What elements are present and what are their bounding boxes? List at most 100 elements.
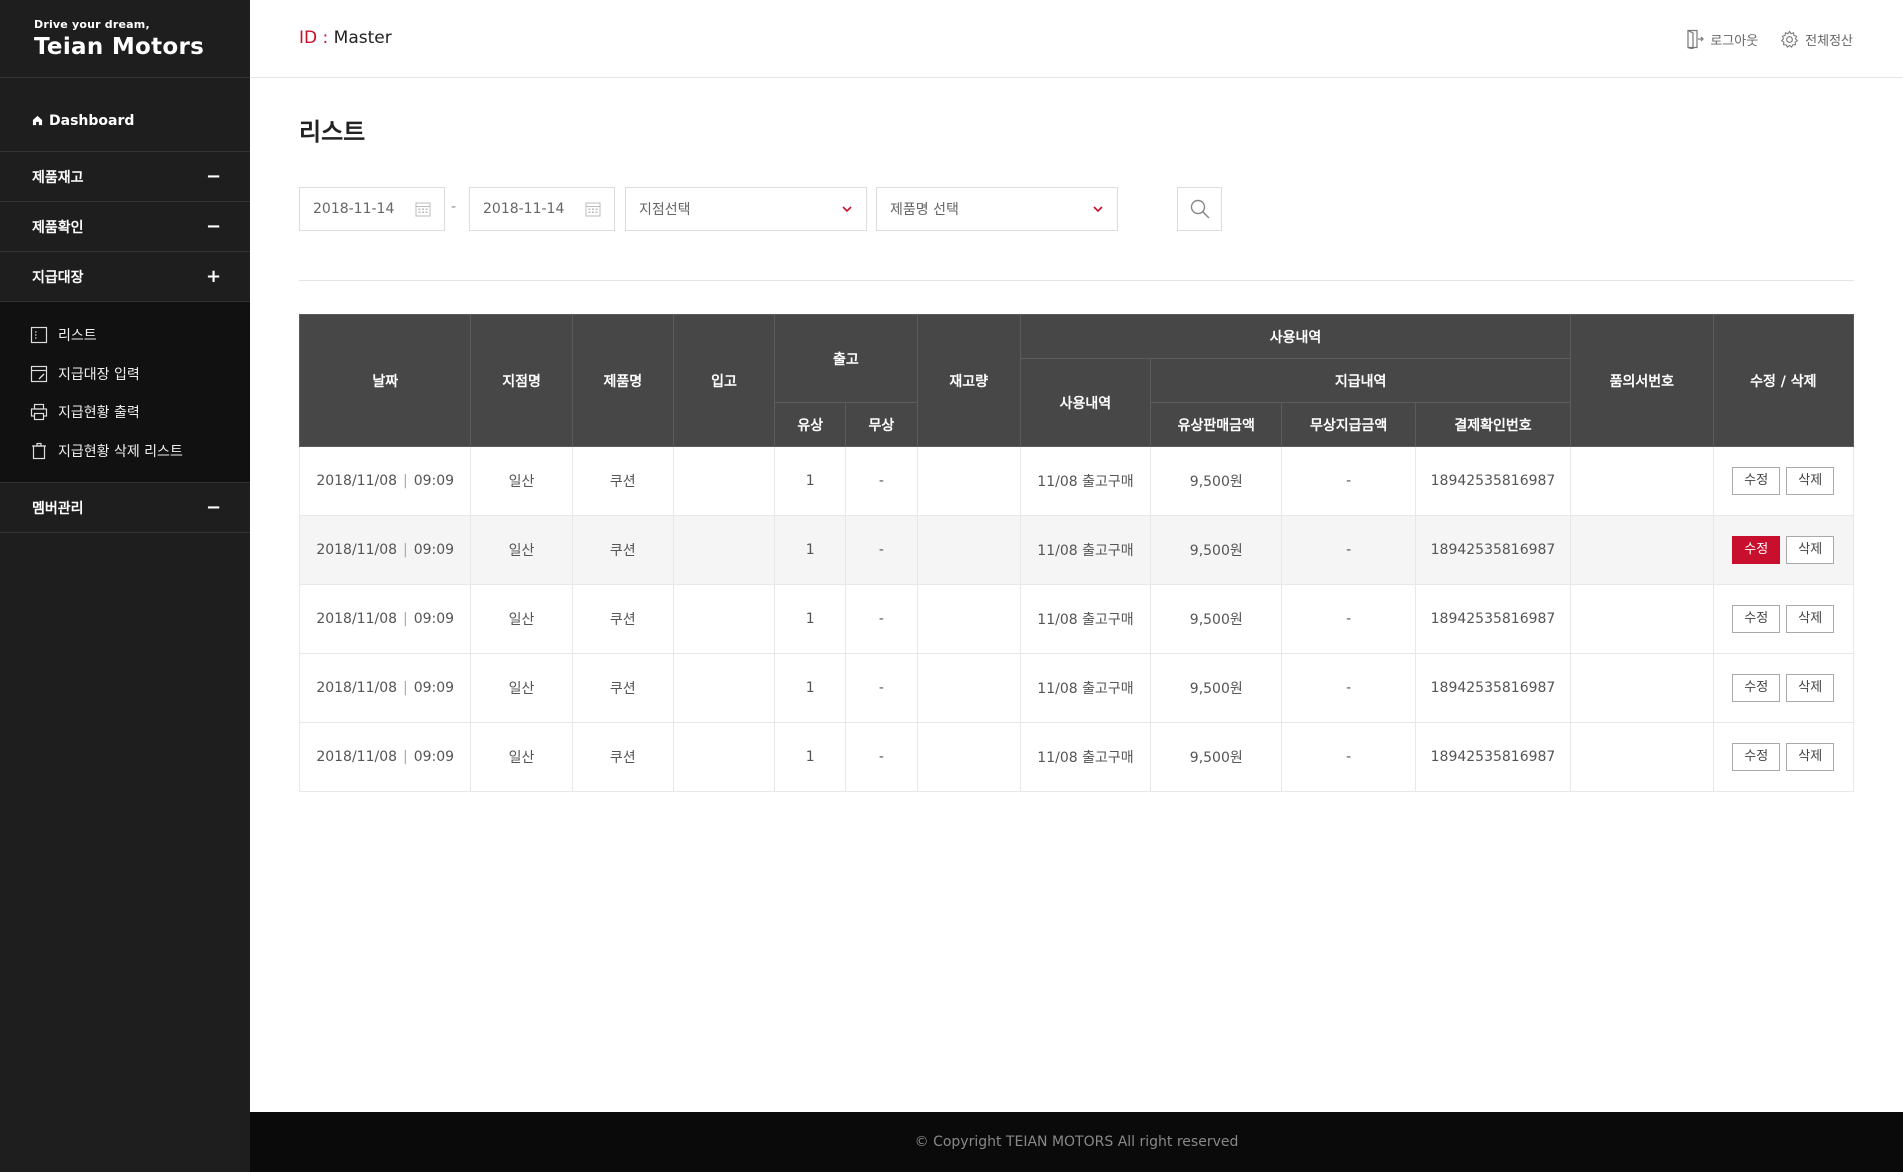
collapse-icon[interactable]: − (206, 166, 221, 187)
search-icon (1190, 199, 1210, 219)
delete-button[interactable]: 삭제 (1786, 467, 1835, 495)
settle-all-button[interactable]: 전체정산 (1780, 30, 1853, 49)
cell-actions: 수정 삭제 (1712, 446, 1855, 516)
submenu-item-label: 지급현황 삭제 리스트 (58, 443, 183, 460)
settle-all-label: 전체정산 (1805, 33, 1853, 49)
col-header-approval-no[interactable]: 품의서번호 (1570, 314, 1714, 447)
cell-paid: 1 (774, 446, 846, 516)
product-select[interactable]: 제품명 선택 (876, 187, 1118, 231)
sidebar-item-payment-ledger[interactable]: 지급대장 + (0, 252, 250, 302)
table-row: 2018/11/08 | 09:09 일산 쿠션 1 - 11/08 출고구매 9,… (298, 515, 1855, 585)
cell-stock (916, 446, 1021, 516)
collapse-icon[interactable]: − (206, 216, 221, 237)
main-content: 리스트 2018-11-14 - 2018-11-14 지점선택 제품명 선택 (250, 78, 1903, 1112)
cell-actions: 수정 삭제 (1712, 722, 1855, 792)
cell-usage: 11/08 출고구매 (1019, 584, 1151, 654)
user-id-value: Master (333, 28, 392, 48)
submenu-item-ledger-input[interactable]: 지급대장 입력 (0, 355, 250, 394)
cell-stock (916, 653, 1021, 723)
sidebar-item-product-check[interactable]: 제품확인 − (0, 202, 250, 252)
edit-button[interactable]: 수정 (1732, 467, 1781, 495)
col-header-date[interactable]: 날짜 (298, 314, 472, 447)
collapse-icon[interactable]: − (206, 497, 221, 518)
sidebar-item-member-management[interactable]: 멤버관리 − (0, 483, 250, 533)
top-header: ID : Master 로그아웃 전체정산 (250, 0, 1903, 78)
cell-usage: 11/08 출고구매 (1019, 722, 1151, 792)
date-to-field[interactable]: 2018-11-14 (469, 187, 615, 231)
col-header-paid-amount[interactable]: 유상판매금액 (1150, 402, 1283, 447)
delete-button[interactable]: 삭제 (1786, 674, 1835, 702)
date-from-field[interactable]: 2018-11-14 (299, 187, 445, 231)
cell-free: - (845, 515, 918, 585)
cell-free: - (845, 722, 918, 792)
col-header-payment-group: 지급내역 (1150, 358, 1572, 403)
logout-button[interactable]: 로그아웃 (1686, 29, 1758, 49)
cell-paid: 1 (774, 584, 846, 654)
logo[interactable]: Drive your dream, Teian Motors (0, 0, 250, 78)
col-header-product[interactable]: 제품명 (571, 314, 674, 447)
branch-select[interactable]: 지점선택 (625, 187, 867, 231)
filter-bar: 2018-11-14 - 2018-11-14 지점선택 제품명 선택 (299, 187, 1859, 231)
logout-icon (1687, 29, 1705, 49)
header-actions: 로그아웃 전체정산 (1686, 29, 1853, 49)
cell-approval-no (1570, 653, 1714, 723)
col-header-free-amount[interactable]: 무상지급금액 (1281, 402, 1416, 447)
cell-paid-amount: 9,500원 (1150, 446, 1282, 516)
gear-icon (1780, 30, 1799, 48)
home-icon (32, 115, 43, 126)
col-header-usage[interactable]: 사용내역 (1019, 358, 1152, 447)
col-header-free[interactable]: 무상 (845, 402, 918, 447)
cell-stock (916, 584, 1021, 654)
submenu-item-deleted-list[interactable]: 지급현황 삭제 리스트 (0, 432, 250, 471)
cell-paid-amount: 9,500원 (1150, 515, 1282, 585)
col-header-payment-no[interactable]: 결제확인번호 (1414, 402, 1572, 447)
edit-button[interactable]: 수정 (1732, 536, 1781, 564)
cell-paid: 1 (774, 722, 846, 792)
cell-product: 쿠션 (571, 515, 674, 585)
sidebar-item-label: 제품재고 (32, 169, 84, 186)
cell-actions: 수정 삭제 (1712, 653, 1855, 723)
col-header-branch[interactable]: 지점명 (470, 314, 573, 447)
submenu-item-list[interactable]: 리스트 (0, 316, 250, 355)
cell-free-amount: - (1281, 446, 1416, 516)
delete-button[interactable]: 삭제 (1786, 743, 1835, 771)
col-header-incoming[interactable]: 입고 (672, 314, 776, 447)
cell-incoming (672, 653, 775, 723)
expand-icon[interactable]: + (206, 266, 221, 287)
cell-usage: 11/08 출고구매 (1019, 515, 1151, 585)
sidebar-item-label: 제품확인 (32, 219, 84, 236)
col-header-stock[interactable]: 재고량 (916, 314, 1021, 447)
col-header-outgoing: 출고 (774, 314, 918, 403)
cell-free-amount: - (1281, 584, 1416, 654)
cell-product: 쿠션 (571, 722, 674, 792)
cell-branch: 일산 (470, 653, 573, 723)
cell-branch: 일산 (470, 722, 573, 792)
calendar-icon[interactable] (585, 201, 601, 217)
cell-free: - (845, 446, 918, 516)
edit-button[interactable]: 수정 (1732, 605, 1781, 633)
date-time-separator: | (403, 611, 408, 627)
printer-icon (30, 404, 48, 421)
search-button[interactable] (1177, 187, 1222, 231)
cell-product: 쿠션 (571, 584, 674, 654)
cell-branch: 일산 (470, 584, 573, 654)
branch-select-value: 지점선택 (639, 202, 691, 218)
date-time-separator: | (403, 680, 408, 696)
sidebar-item-label: 지급대장 (32, 269, 84, 286)
cell-approval-no (1570, 515, 1714, 585)
cell-usage: 11/08 출고구매 (1019, 653, 1151, 723)
col-header-paid[interactable]: 유상 (774, 402, 847, 447)
submenu-item-status-print[interactable]: 지급현황 출력 (0, 393, 250, 432)
cell-payment-no: 18942535816987 (1414, 722, 1571, 792)
delete-button[interactable]: 삭제 (1786, 605, 1835, 633)
cell-free-amount: - (1281, 653, 1416, 723)
edit-button[interactable]: 수정 (1732, 674, 1781, 702)
cell-approval-no (1570, 722, 1714, 792)
edit-button[interactable]: 수정 (1732, 743, 1781, 771)
cell-branch: 일산 (470, 515, 573, 585)
calendar-icon[interactable] (415, 201, 431, 217)
user-id-label: ID : (299, 28, 329, 48)
sidebar-item-product-stock[interactable]: 제품재고 − (0, 152, 250, 202)
delete-button[interactable]: 삭제 (1786, 536, 1835, 564)
sidebar-item-dashboard[interactable]: Dashboard (0, 78, 250, 152)
